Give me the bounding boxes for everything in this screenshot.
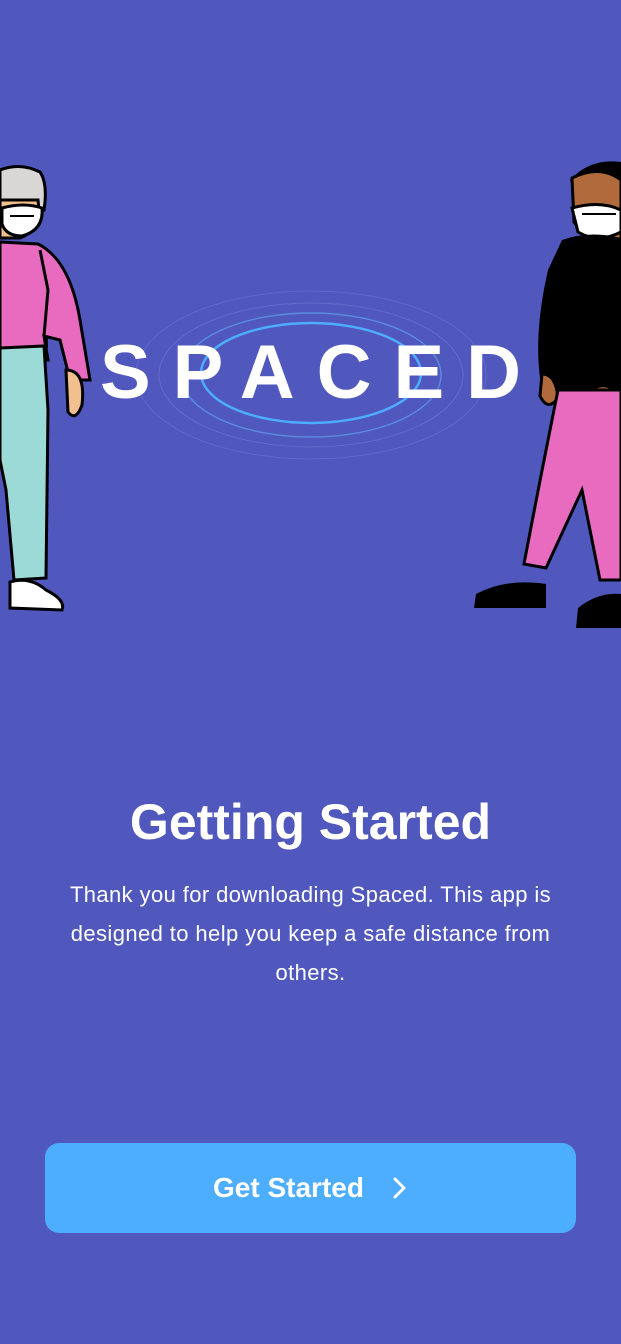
get-started-label: Get Started	[213, 1172, 364, 1203]
app-logo: SPACED	[99, 330, 544, 415]
hero-illustration: SPACED	[0, 0, 621, 700]
chevron-right-icon	[393, 1177, 406, 1199]
get-started-button[interactable]: Get Started	[45, 1143, 576, 1233]
page-description: Thank you for downloading Spaced. This a…	[69, 882, 552, 985]
page-title: Getting Started	[129, 794, 492, 850]
